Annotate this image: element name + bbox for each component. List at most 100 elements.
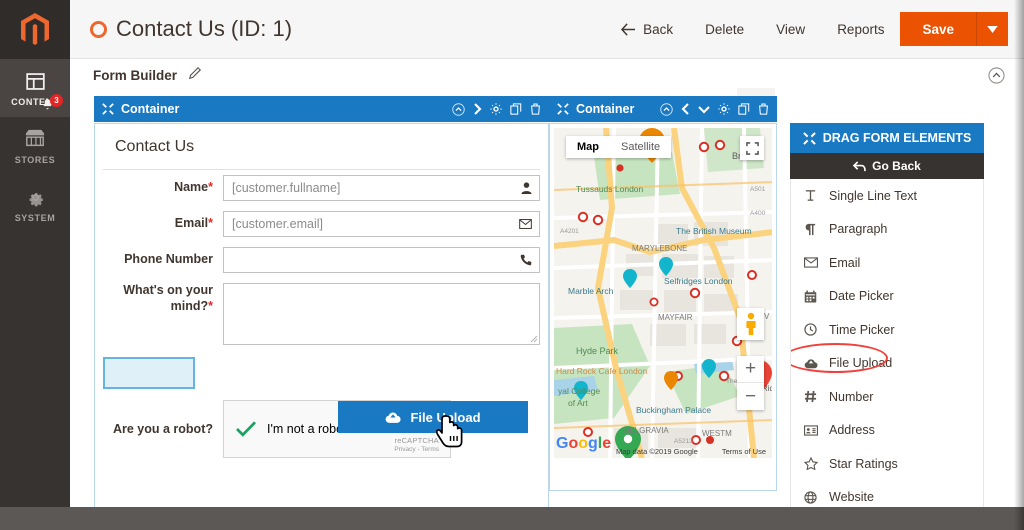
map-terms-of-use[interactable]: Terms of Use <box>722 447 766 456</box>
form-element-item-address[interactable]: Address <box>791 414 983 448</box>
phone-input[interactable] <box>224 253 539 267</box>
reports-button[interactable]: Reports <box>821 13 900 45</box>
trash-icon[interactable] <box>758 103 769 115</box>
save-dropdown-button[interactable] <box>977 12 1008 46</box>
resize-grip-icon[interactable] <box>530 335 538 343</box>
form-container-header: Container <box>94 96 549 122</box>
map-label: Marble Arch <box>568 286 614 296</box>
map-type-satellite[interactable]: Satellite <box>610 136 671 158</box>
recaptcha-name: reCAPTCHA <box>394 435 439 445</box>
collapse-circle-icon[interactable] <box>452 102 465 116</box>
notification-badge: 3 <box>50 94 63 107</box>
map-label: yal College <box>558 386 601 396</box>
map-label: A5213 <box>674 438 693 445</box>
recaptcha-terms[interactable]: Privacy - Terms <box>394 446 439 453</box>
map-label: MAYFAIR <box>658 313 693 322</box>
drag-move-icon[interactable] <box>557 103 569 115</box>
map-label: Hyde Park <box>576 346 619 356</box>
cloud-upload-icon <box>386 411 402 423</box>
collapse-section-button[interactable] <box>988 67 1005 89</box>
map-label: Tussauds London <box>576 184 644 194</box>
notifications[interactable]: 3 <box>41 94 63 111</box>
chevron-down-icon[interactable] <box>698 105 710 114</box>
sidebar-item-label: SYSTEM <box>14 213 56 223</box>
map-type-map[interactable]: Map <box>566 136 610 158</box>
drag-move-icon[interactable] <box>102 103 114 115</box>
phone-input-wrap[interactable] <box>223 247 540 273</box>
cloud-upload-icon <box>803 358 818 369</box>
view-button[interactable]: View <box>760 13 821 45</box>
form-element-label: Number <box>829 389 874 404</box>
collapse-circle-icon[interactable] <box>660 102 673 116</box>
view-label: View <box>776 21 806 37</box>
magento-logo[interactable] <box>0 0 70 59</box>
form-builder-title: Form Builder <box>93 67 178 83</box>
google-map[interactable]: BritishTussauds LondonThe British Museum… <box>554 128 772 458</box>
map-container-icons <box>660 102 769 116</box>
fullscreen-icon <box>745 141 759 155</box>
address-card-icon <box>803 425 818 436</box>
form-element-item-single-line-text[interactable]: Single Line Text <box>791 179 983 213</box>
map-zoom-in-button[interactable]: + <box>737 356 764 383</box>
email-input[interactable] <box>224 217 539 231</box>
delete-button[interactable]: Delete <box>689 13 760 45</box>
copy-icon[interactable] <box>738 103 750 115</box>
map-label: WESTM <box>702 429 732 438</box>
field-row-message: What's on your mind?* <box>103 278 540 350</box>
form-element-label: Email <box>829 255 861 270</box>
gear-icon[interactable] <box>490 103 502 115</box>
back-button[interactable]: Back <box>605 13 689 45</box>
copy-icon[interactable] <box>510 103 522 115</box>
field-label: What's on your mind?* <box>123 283 213 313</box>
form-body: Contact Us Name* Email* <box>95 124 548 494</box>
storefront-icon <box>0 126 70 152</box>
contact-form-card: Contact Us Name* Email* <box>94 123 549 519</box>
form-container-icons <box>452 102 541 116</box>
map-label: Selfridges London <box>664 276 733 286</box>
green-check-icon <box>236 421 256 437</box>
street-view-pegman-icon[interactable] <box>737 308 764 340</box>
element-drop-zone[interactable] <box>103 357 195 389</box>
form-element-item-email[interactable]: Email <box>791 246 983 280</box>
sidebar-item-content[interactable]: CONTENT 3 <box>0 59 70 117</box>
page-title: Contact Us (ID: 1) <box>116 16 293 41</box>
window-bottom-strip <box>0 507 1024 530</box>
go-back-button[interactable]: Go Back <box>790 153 984 179</box>
map-attribution: Map data ©2019 Google <box>616 447 698 456</box>
sidebar-item-system[interactable]: SYSTEM <box>0 175 70 233</box>
map-label: BELGRAVIA <box>624 426 669 435</box>
sidebar-item-stores[interactable]: STORES <box>0 117 70 175</box>
map-label: Hard Rock Cafe London <box>556 366 648 376</box>
form-element-item-paragraph[interactable]: Paragraph <box>791 213 983 247</box>
chevron-right-icon[interactable] <box>473 103 482 115</box>
trash-icon[interactable] <box>530 103 541 115</box>
google-logo[interactable]: Google <box>556 434 612 457</box>
form-element-item-file-upload[interactable]: File Upload <box>791 342 983 381</box>
chevron-left-icon[interactable] <box>681 103 690 115</box>
arrow-left-icon <box>621 22 636 36</box>
captcha-label: Are you a robot? <box>112 422 213 436</box>
app-window: CONTENT 3 STORES SYSTEM Contact Us (ID: … <box>0 0 1024 530</box>
message-textarea[interactable] <box>223 283 540 345</box>
star-icon <box>803 457 818 471</box>
reports-label: Reports <box>837 21 885 37</box>
hash-icon <box>803 390 818 403</box>
email-input-wrap[interactable] <box>223 211 540 237</box>
save-button[interactable]: Save <box>900 12 977 46</box>
form-element-item-time-picker[interactable]: Time Picker <box>791 313 983 347</box>
map-zoom-out-button[interactable]: − <box>737 383 764 410</box>
gear-icon[interactable] <box>718 103 730 115</box>
dragged-file-upload-chip[interactable]: File Upload <box>338 401 528 433</box>
name-input-wrap[interactable] <box>223 175 540 201</box>
form-element-label: Single Line Text <box>829 188 918 203</box>
back-label: Back <box>643 21 674 37</box>
map-fullscreen-button[interactable] <box>740 136 764 160</box>
field-row-name: Name* <box>103 170 540 206</box>
envelope-icon <box>519 219 532 229</box>
pencil-icon[interactable] <box>188 66 202 85</box>
name-input[interactable] <box>224 181 539 195</box>
form-element-item-number[interactable]: Number <box>791 380 983 414</box>
form-element-label: Time Picker <box>829 322 895 337</box>
form-element-item-star-ratings[interactable]: Star Ratings <box>791 447 983 481</box>
form-element-item-date-picker[interactable]: Date Picker <box>791 280 983 314</box>
